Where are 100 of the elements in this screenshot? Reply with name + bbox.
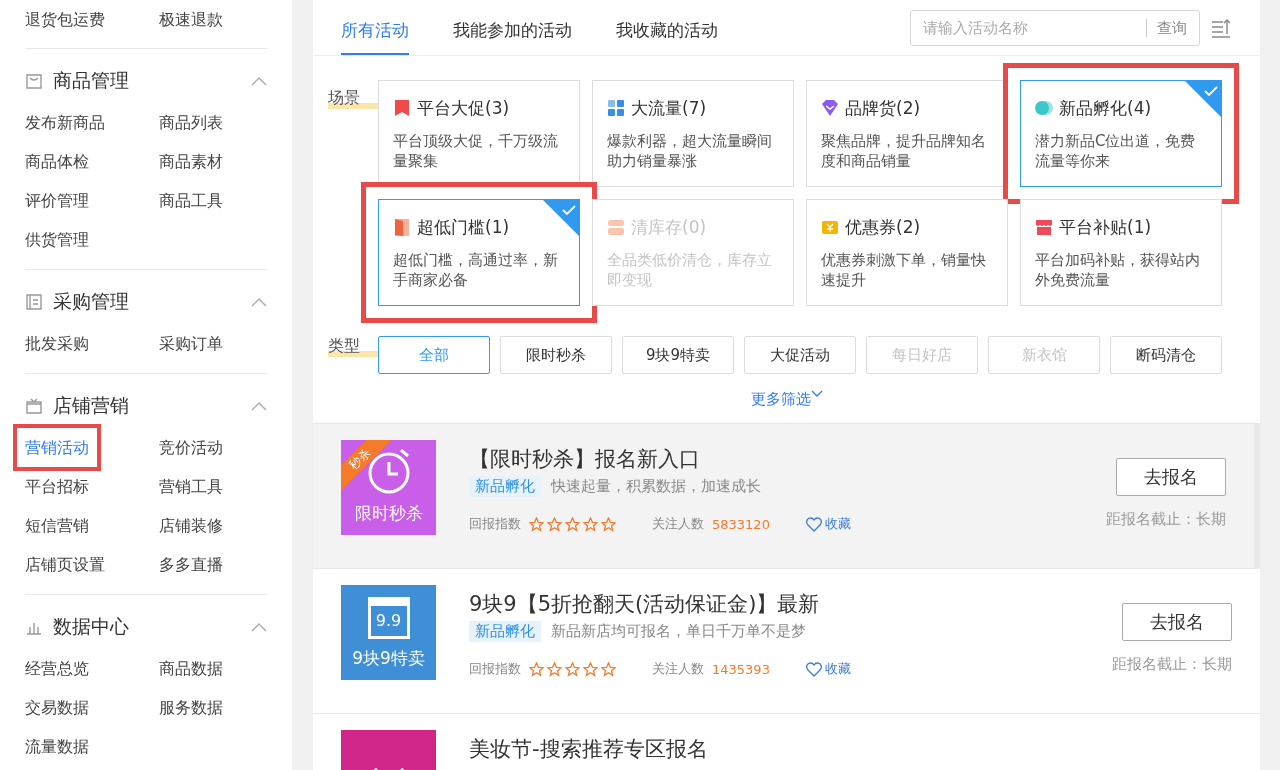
book-icon bbox=[25, 293, 43, 311]
card-description: 平台加码补贴，获得站内外免费流量 bbox=[1035, 250, 1201, 290]
sidebar-item[interactable]: 竞价活动 bbox=[159, 428, 223, 467]
type-filter-button[interactable]: 大促活动 bbox=[744, 336, 856, 374]
sidebar-item[interactable]: 商品列表 bbox=[159, 103, 223, 142]
followers-label: 关注人数 bbox=[652, 515, 704, 533]
category-tag: 新品孵化 bbox=[469, 621, 541, 642]
deadline-text: 距报名截止：长期 bbox=[1112, 655, 1232, 674]
sidebar-item[interactable]: 短信营销 bbox=[25, 506, 89, 545]
card-title: 大流量(7) bbox=[631, 96, 707, 120]
card-title: 优惠券(2) bbox=[845, 215, 921, 239]
tab[interactable]: 我能参加的活动 bbox=[453, 0, 572, 55]
scene-card[interactable]: 新品孵化(4) 潜力新品C位出道，免费流量等你来 bbox=[1020, 80, 1222, 187]
scene-card[interactable]: 超低门槛(1) 超低门槛，高通过率，新手商家必备 bbox=[378, 199, 580, 306]
sidebar-item[interactable]: 营销工具 bbox=[159, 467, 223, 506]
section-title: 商品管理 bbox=[53, 68, 130, 93]
heart-icon bbox=[805, 516, 822, 532]
sidebar-item[interactable]: 流量数据 bbox=[25, 727, 89, 766]
rating-label: 回报指数 bbox=[469, 660, 521, 678]
type-filter-button[interactable]: 限时秒杀 bbox=[500, 336, 612, 374]
selected-check-icon bbox=[543, 200, 579, 236]
signup-button[interactable]: 去报名 bbox=[1116, 458, 1226, 496]
bag-icon bbox=[25, 72, 43, 90]
star-icon bbox=[547, 661, 562, 677]
search-field[interactable]: 请输入活动名称 查询 bbox=[910, 9, 1200, 46]
star-icon bbox=[547, 516, 562, 532]
sidebar-item[interactable]: 平台招标 bbox=[25, 467, 89, 506]
activity-description: 快速起量，积累数据，加速成长 bbox=[551, 477, 761, 496]
star-icon bbox=[529, 661, 544, 677]
sidebar-item[interactable]: 店铺页设置 bbox=[25, 545, 105, 584]
category-tag: 新品孵化 bbox=[469, 476, 541, 497]
scene-card[interactable]: 大流量(7) 爆款利器，超大流量瞬间助力销量暴涨 bbox=[592, 80, 794, 187]
card-title: 平台大促(3) bbox=[417, 96, 510, 120]
sidebar-item[interactable]: 退货包运费 bbox=[25, 0, 105, 39]
star-icon bbox=[565, 516, 580, 532]
sidebar-item[interactable]: 交易数据 bbox=[25, 688, 89, 727]
card-description: 超低门槛，高通过率，新手商家必备 bbox=[393, 250, 559, 290]
card-title: 清库存(0) bbox=[631, 215, 707, 239]
card-title: 品牌货(2) bbox=[845, 96, 921, 120]
star-icon bbox=[583, 516, 598, 532]
deadline-text: 距报名截止：长期 bbox=[1106, 510, 1226, 529]
star-icon bbox=[601, 516, 616, 532]
card-title: 平台补贴(1) bbox=[1059, 215, 1152, 239]
filter-label: 类型 bbox=[328, 336, 378, 357]
sidebar-item[interactable]: 店铺装修 bbox=[159, 506, 223, 545]
sidebar-item[interactable]: 发布新商品 bbox=[25, 103, 105, 142]
card-title: 新品孵化(4) bbox=[1059, 96, 1152, 120]
followers-count: 5833120 bbox=[712, 516, 770, 532]
sidebar-item[interactable]: 商品工具 bbox=[159, 181, 223, 220]
sidebar-item[interactable]: 采购订单 bbox=[159, 324, 223, 363]
heart-icon bbox=[805, 661, 822, 677]
thumbnail-label: 9块9特卖 bbox=[352, 647, 425, 670]
card-description: 平台顶级大促，千万级流量聚集 bbox=[393, 131, 559, 171]
sidebar-item[interactable]: 服务数据 bbox=[159, 688, 223, 727]
gift-icon bbox=[25, 397, 43, 415]
signup-button[interactable]: 去报名 bbox=[1122, 603, 1232, 641]
activity-row[interactable]: 限时秒杀 秒杀 【限时秒杀】报名新入口 新品孵化 快速起量，积累数据，加速成长 回报指数 关注人数 5833120 收藏 去报名 距报名截止：长期 bbox=[313, 424, 1260, 569]
activity-title[interactable]: 美妆节-搜索推荐专区报名 bbox=[469, 734, 1232, 764]
card-description: 优惠券刺激下单，销量快速提升 bbox=[821, 250, 987, 290]
scene-card[interactable]: 优惠券(2) 优惠券刺激下单，销量快速提升 bbox=[806, 199, 1008, 306]
scene-card[interactable]: 平台补贴(1) 平台加码补贴，获得站内外免费流量 bbox=[1020, 199, 1222, 306]
card-description: 全品类低价清仓，库存立即变现 bbox=[607, 250, 773, 290]
rating-label: 回报指数 bbox=[469, 515, 521, 533]
section-title: 店铺营销 bbox=[53, 393, 130, 418]
sidebar-item[interactable]: 供货管理 bbox=[25, 220, 89, 259]
activity-title[interactable]: 【限时秒杀】报名新入口 bbox=[469, 444, 1106, 474]
sidebar-item[interactable]: 极速退款 bbox=[159, 0, 223, 39]
sidebar-item[interactable]: 商品体检 bbox=[25, 142, 89, 181]
filter-label: 场景 bbox=[328, 88, 378, 109]
sidebar-item[interactable]: 评价管理 bbox=[25, 181, 89, 220]
star-icon bbox=[601, 661, 616, 677]
thumbnail-label: 限时秒杀 bbox=[354, 502, 423, 525]
favorite-link[interactable]: 收藏 bbox=[805, 515, 851, 533]
card-description: 潜力新品C位出道，免费流量等你来 bbox=[1035, 131, 1197, 171]
activity-description: 新品新店均可报名，单日千万单不是梦 bbox=[551, 622, 806, 641]
star-icon bbox=[583, 661, 598, 677]
followers-count: 1435393 bbox=[712, 661, 770, 677]
tab[interactable]: 我收藏的活动 bbox=[616, 0, 718, 55]
card-title: 超低门槛(1) bbox=[417, 215, 510, 239]
chevron-down-icon bbox=[810, 390, 823, 398]
card-description: 爆款利器，超大流量瞬间助力销量暴涨 bbox=[607, 131, 773, 171]
type-filter-button[interactable]: 断码清仓 bbox=[1110, 336, 1222, 374]
card-description: 聚焦品牌，提升品牌知名度和商品销量 bbox=[821, 131, 987, 171]
sidebar-item[interactable]: 批发采购 bbox=[25, 324, 89, 363]
selected-check-icon bbox=[1185, 81, 1221, 117]
star-icon bbox=[565, 661, 580, 677]
sidebar-item[interactable]: 商品素材 bbox=[159, 142, 223, 181]
type-filter-button[interactable]: 9块9特卖 bbox=[622, 336, 734, 374]
favorite-link[interactable]: 收藏 bbox=[805, 660, 851, 678]
more-filters-link[interactable]: 更多筛选 bbox=[750, 390, 811, 409]
sidebar-item[interactable]: 商品数据 bbox=[159, 649, 223, 688]
followers-label: 关注人数 bbox=[652, 660, 704, 678]
section-title: 采购管理 bbox=[53, 289, 130, 314]
sidebar-item[interactable]: 多多直播 bbox=[159, 545, 223, 584]
star-icon bbox=[529, 516, 544, 532]
calendar-price-text: 9.9 bbox=[375, 613, 402, 629]
activity-title[interactable]: 9块9【5折抢翻天(活动保证金)】最新 bbox=[469, 589, 1112, 619]
sidebar-item[interactable]: 经营总览 bbox=[25, 649, 89, 688]
search-button[interactable]: 查询 bbox=[1146, 18, 1197, 37]
tab[interactable]: 所有活动 bbox=[341, 0, 409, 55]
